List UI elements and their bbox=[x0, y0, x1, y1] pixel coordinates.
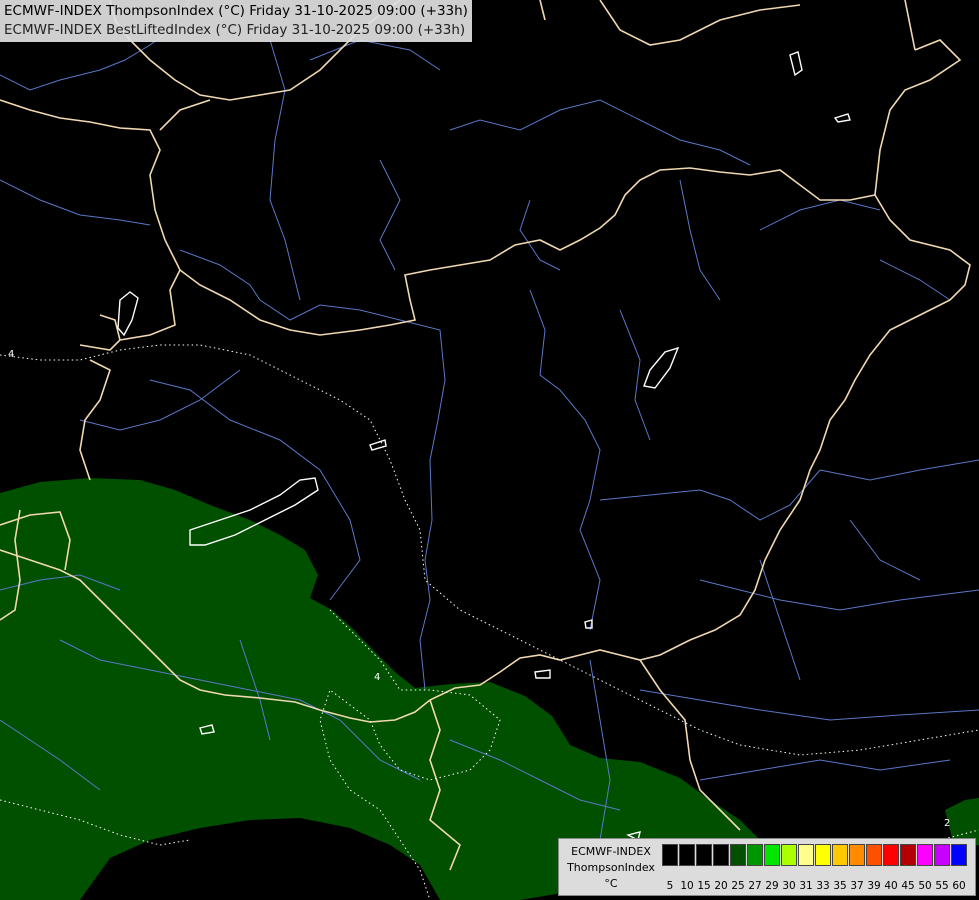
title-thompson-index: ECMWF-INDEX ThompsonIndex (°C) Friday 31… bbox=[4, 3, 468, 19]
legend-swatch bbox=[866, 844, 882, 866]
legend-swatch bbox=[900, 844, 916, 866]
legend-swatch bbox=[832, 844, 848, 866]
map-canvas: 4 4 2 bbox=[0, 0, 979, 900]
legend-swatch bbox=[764, 844, 780, 866]
legend-tick-label: 60 bbox=[952, 880, 966, 892]
legend-swatch bbox=[781, 844, 797, 866]
legend-swatch bbox=[730, 844, 746, 866]
legend-swatch bbox=[747, 844, 763, 866]
legend-swatch bbox=[934, 844, 950, 866]
legend-swatch bbox=[849, 844, 865, 866]
color-legend: ECMWF-INDEX ThompsonIndex °C 5 10 15 20 25 27… bbox=[558, 838, 976, 896]
contour-label: 2 bbox=[944, 818, 950, 829]
legend-swatch bbox=[679, 844, 695, 866]
legend-unit: °C bbox=[604, 877, 618, 890]
legend-parameter: ThompsonIndex bbox=[567, 861, 655, 874]
legend-swatch bbox=[696, 844, 712, 866]
legend-model: ECMWF-INDEX bbox=[571, 845, 651, 858]
map-title: ECMWF-INDEX ThompsonIndex (°C) Friday 31… bbox=[0, 0, 472, 42]
weather-map: 4 4 2 ECMWF-INDEX ThompsonIndex (°C) Fri… bbox=[0, 0, 979, 900]
legend-swatch bbox=[713, 844, 729, 866]
contour-label: 4 bbox=[8, 349, 14, 360]
thompson-index-25-zone bbox=[0, 478, 760, 900]
legend-swatch bbox=[917, 844, 933, 866]
contour-label: 4 bbox=[374, 672, 380, 683]
legend-swatch bbox=[798, 844, 814, 866]
title-best-lifted-index: ECMWF-INDEX BestLiftedIndex (°C) Friday … bbox=[4, 22, 466, 38]
legend-swatch bbox=[883, 844, 899, 866]
legend-swatch bbox=[662, 844, 678, 866]
legend-swatch bbox=[951, 844, 967, 866]
legend-swatch bbox=[815, 844, 831, 866]
